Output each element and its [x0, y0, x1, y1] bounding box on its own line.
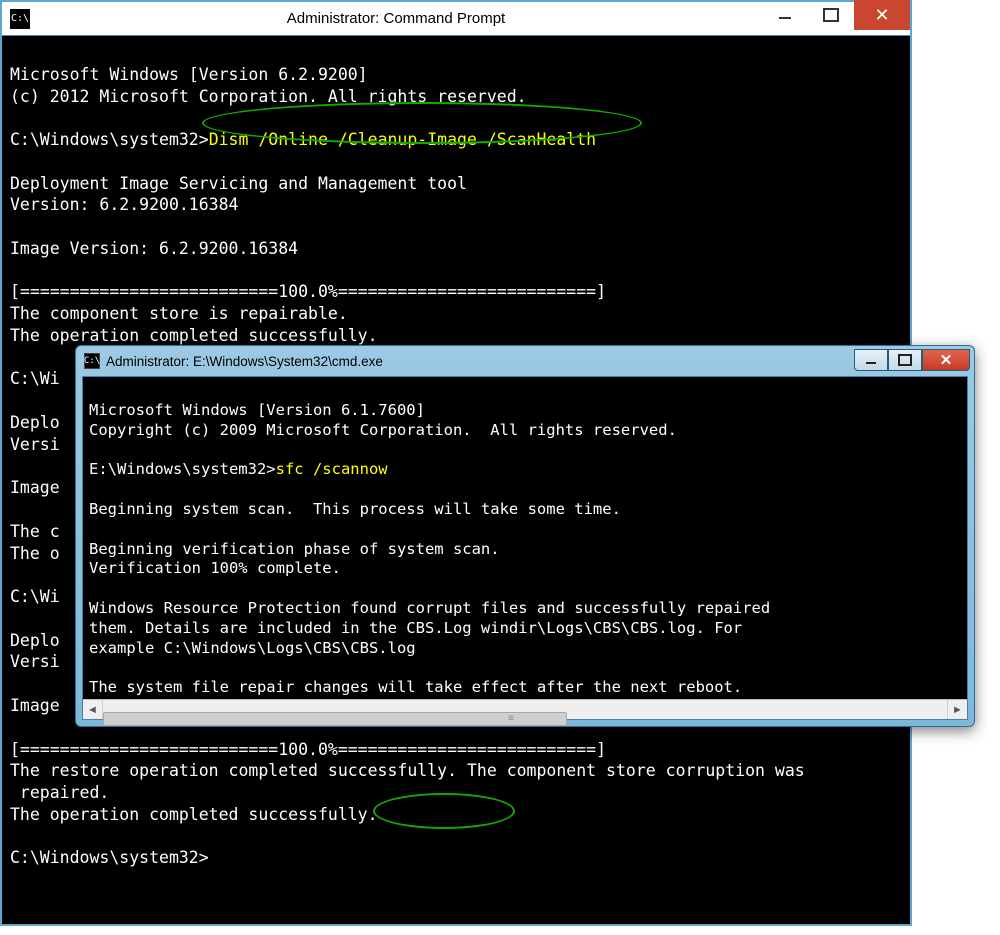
terminal-frame: Microsoft Windows [Version 6.1.7600] Cop…	[82, 376, 968, 720]
cmd-icon: C:\	[84, 353, 100, 369]
terminal-line: Versi	[10, 652, 60, 671]
terminal-line: Verification 100% complete.	[89, 559, 341, 577]
terminal-prompt: E:\Windows\system32>	[89, 460, 276, 478]
terminal-prompt: C:\Windows\system32>	[10, 848, 209, 867]
terminal-line: Deployment Image Servicing and Managemen…	[10, 174, 467, 193]
progress-bar-text: [==========================100.0%=======…	[10, 740, 606, 759]
terminal-line: Deplo	[10, 631, 60, 650]
highlighted-command: Dism /Online /Cleanup-Image /ScanHealth	[209, 129, 596, 151]
terminal-line: The c	[10, 522, 60, 541]
maximize-button[interactable]	[808, 0, 854, 30]
scroll-left-button[interactable]: ◄	[83, 700, 103, 719]
command-prompt-window-win7: C:\ Administrator: E:\Windows\System32\c…	[75, 345, 975, 727]
minimize-button[interactable]	[762, 0, 808, 30]
terminal-output-win7[interactable]: Microsoft Windows [Version 6.1.7600] Cop…	[83, 377, 967, 699]
terminal-line: Version: 6.2.9200.16384	[10, 195, 238, 214]
terminal-line: Versi	[10, 435, 60, 454]
titlebar-win8[interactable]: C:\ Administrator: Command Prompt ✕	[2, 2, 910, 36]
terminal-line: The operation completed successfully.	[10, 326, 378, 345]
window-controls: ✕	[854, 349, 970, 371]
window-controls: ✕	[762, 2, 910, 35]
terminal-line: The component store is repairable.	[10, 304, 348, 323]
terminal-line: Copyright (c) 2009 Microsoft Corporation…	[89, 421, 677, 439]
terminal-line: example C:\Windows\Logs\CBS\CBS.log	[89, 639, 416, 657]
terminal-line: Microsoft Windows [Version 6.2.9200]	[10, 65, 368, 84]
progress-bar-text: [==========================100.0%=======…	[10, 282, 606, 301]
scroll-right-button[interactable]: ►	[947, 700, 967, 719]
terminal-line: Microsoft Windows [Version 6.1.7600]	[89, 401, 425, 419]
scrollbar-grip-icon: ≡	[508, 713, 515, 724]
highlighted-command: sfc /scannow	[276, 460, 388, 478]
terminal-prompt: C:\Windows\system32>	[10, 130, 209, 149]
terminal-line: Beginning system scan. This process will…	[89, 500, 621, 518]
terminal-line: C:\Wi	[10, 587, 60, 606]
terminal-line: Windows Resource Protection found corrup…	[89, 599, 770, 617]
terminal-line: The restore operation completed successf…	[10, 761, 805, 780]
terminal-line: The system file repair changes will take…	[89, 678, 742, 696]
scrollbar-thumb[interactable]	[103, 712, 567, 726]
window-title: Administrator: E:\Windows\System32\cmd.e…	[106, 354, 854, 369]
terminal-line: (c) 2012 Microsoft Corporation. All righ…	[10, 87, 527, 106]
terminal-line: Beginning verification phase of system s…	[89, 540, 500, 558]
terminal-line: Image	[10, 696, 60, 715]
maximize-button[interactable]	[888, 349, 922, 371]
terminal-line: Deplo	[10, 413, 60, 432]
close-button[interactable]: ✕	[854, 0, 910, 30]
cmd-icon: C:\	[10, 9, 30, 29]
terminal-line: Image Version: 6.2.9200.16384	[10, 239, 298, 258]
window-title: Administrator: Command Prompt	[30, 10, 762, 27]
close-button[interactable]: ✕	[922, 349, 970, 371]
terminal-line: Image	[10, 478, 60, 497]
horizontal-scrollbar[interactable]: ◄ ≡ ►	[83, 699, 967, 719]
terminal-line: repaired.	[10, 783, 109, 802]
terminal-line: C:\Wi	[10, 369, 60, 388]
terminal-line: The o	[10, 544, 60, 563]
terminal-line: them. Details are included in the CBS.Lo…	[89, 619, 742, 637]
terminal-line: The operation completed successfully.	[10, 805, 378, 824]
minimize-button[interactable]	[854, 349, 888, 371]
titlebar-win7[interactable]: C:\ Administrator: E:\Windows\System32\c…	[76, 346, 974, 376]
